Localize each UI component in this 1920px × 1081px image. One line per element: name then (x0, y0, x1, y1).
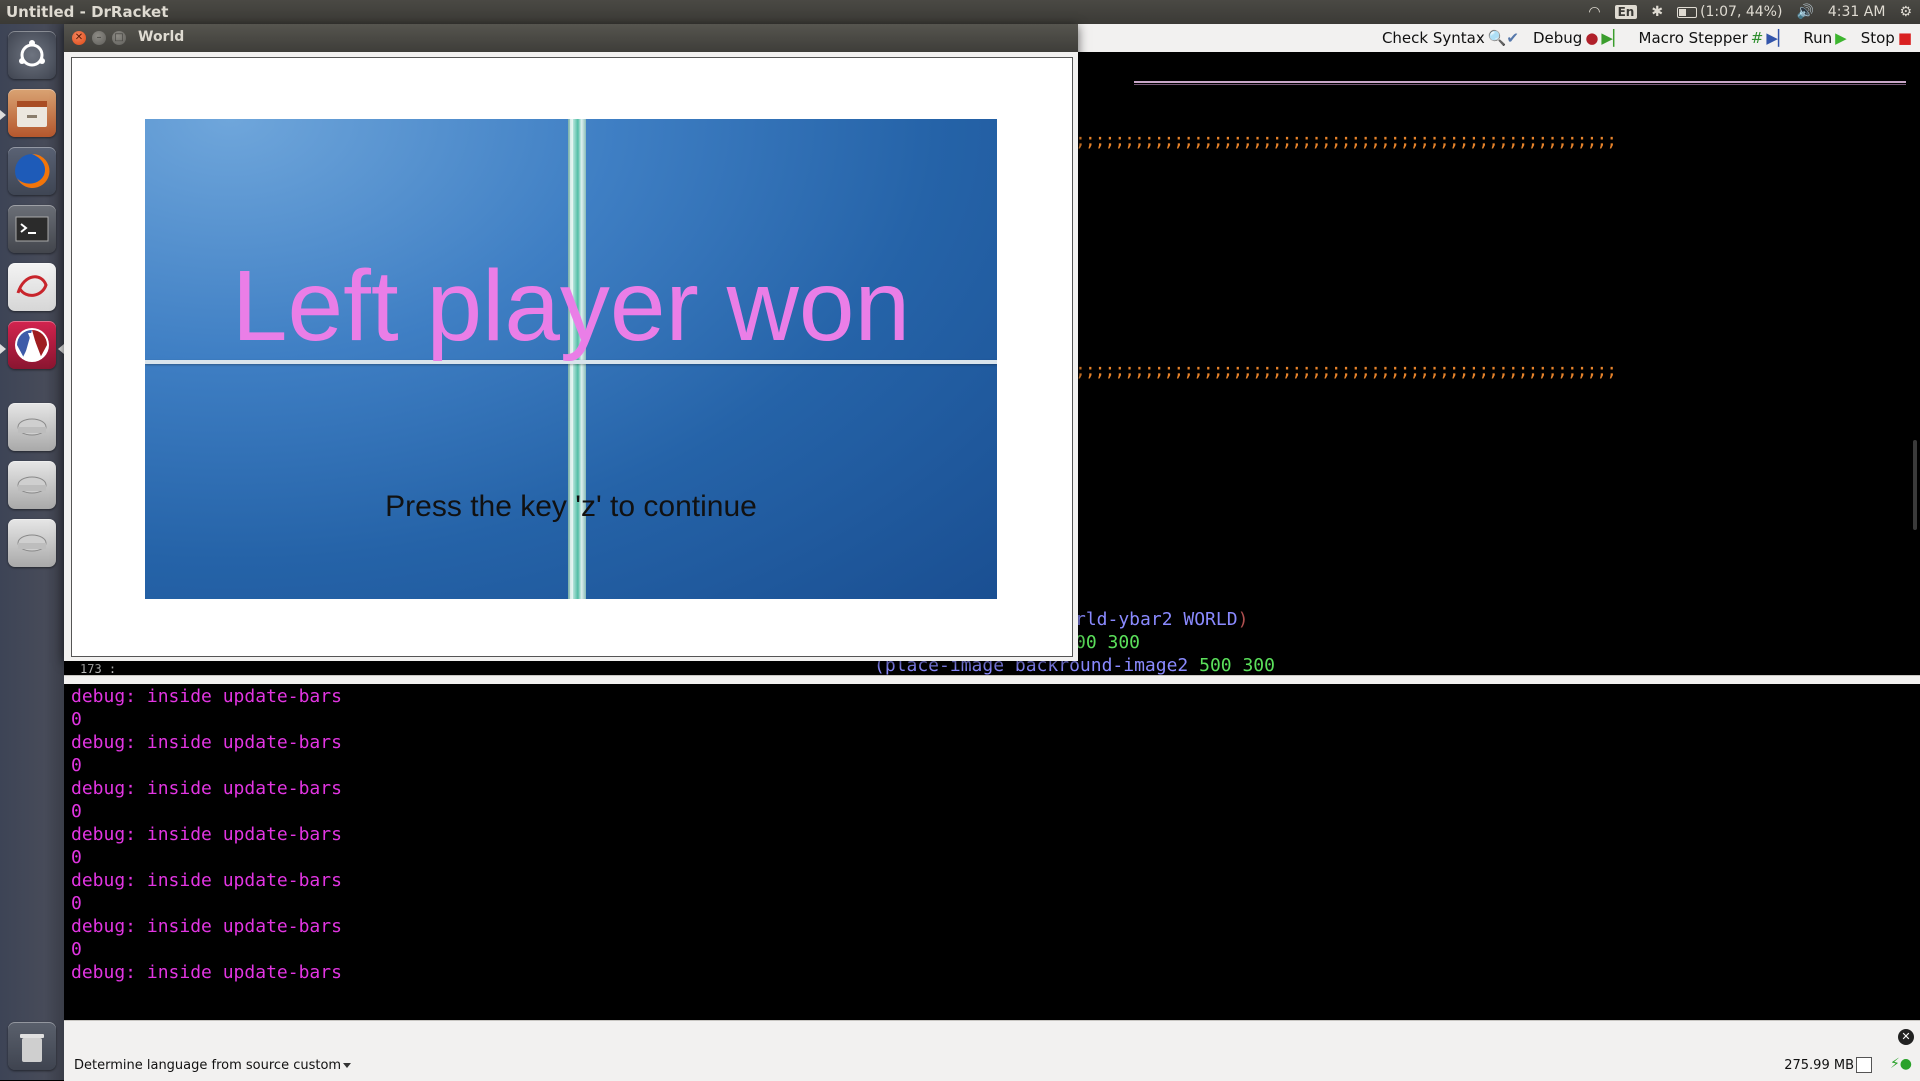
battery-text: (1:07, 44%) (1700, 4, 1783, 20)
battery-icon (1677, 6, 1698, 18)
drive-launcher[interactable] (6, 517, 58, 569)
close-icon[interactable]: ✕ (1898, 1029, 1914, 1045)
output-line: debug: inside update-bars (71, 870, 342, 891)
minimize-icon[interactable]: – (92, 31, 106, 45)
line-indicator: 173 : (80, 662, 117, 675)
app-title: Untitled - DrRacket (6, 3, 169, 21)
world-window-title: World (138, 29, 185, 45)
scrollbar-thumb[interactable] (1913, 440, 1917, 530)
ubuntu-logo-icon (8, 31, 56, 79)
battery-indicator[interactable]: (1:07, 44%) (1677, 4, 1782, 20)
terminal-icon (8, 205, 56, 253)
drracket-launcher[interactable] (6, 319, 58, 371)
output-line: 0 (71, 847, 82, 868)
wifi-icon[interactable]: ◠ (1588, 4, 1600, 20)
draw-icon (8, 263, 56, 311)
top-panel: Untitled - DrRacket ◠ En ✱ (1:07, 44%) 🔊… (0, 0, 1920, 24)
drive-icon (8, 461, 56, 509)
stop-label: Stop (1860, 29, 1895, 47)
code-identifier: rld-ybar2 WORLD (1075, 609, 1238, 630)
code-paren: ) (1237, 609, 1249, 630)
world-canvas[interactable]: Left player won Press the key 'z' to con… (71, 57, 1073, 657)
output-line: debug: inside update-bars (71, 916, 342, 937)
output-line: debug: inside update-bars (71, 962, 342, 983)
launcher (0, 24, 65, 1080)
chevron-down-icon (343, 1063, 352, 1068)
toolbar-buttons: Check Syntax 🔍✔ Debug ● ▶▏ Macro Stepper… (1382, 24, 1912, 52)
code-line: rld-ybar2 WORLD) (1075, 609, 1248, 630)
hash-icon: # (1750, 29, 1764, 47)
comment-line: ;;;;;;;;;;;;;;;;;;;;;;;;;;;;;;;;;;;;;;;;… (1075, 360, 1617, 381)
code-number: 500 300 (1188, 655, 1275, 675)
stop-square-icon: ■ (1897, 29, 1912, 47)
interactions-pane[interactable]: debug: inside update-bars 0 debug: insid… (64, 684, 1920, 1020)
drive-icon (8, 519, 56, 567)
output-line: 0 (71, 801, 82, 822)
output-line: debug: inside update-bars (71, 732, 342, 753)
bug-icon: ● (1585, 29, 1599, 47)
output-line: 0 (71, 755, 82, 776)
dash-home-launcher[interactable] (6, 29, 58, 81)
world-titlebar[interactable]: ✕ – □ World (64, 24, 1078, 52)
running-indicator (0, 344, 6, 354)
files-icon (8, 89, 56, 137)
comment-line: ;;;;;;;;;;;;;;;;;;;;;;;;;;;;;;;;;;;;;;;;… (1075, 130, 1617, 151)
output-line: debug: inside update-bars (71, 824, 342, 845)
drive-icon (8, 403, 56, 451)
winner-message: Left player won (231, 250, 911, 362)
magnifier-check-icon: 🔍✔ (1487, 29, 1519, 47)
horizontal-rule (1134, 81, 1920, 83)
status-bar: ✕ Determine language from source custom … (64, 1020, 1920, 1081)
running-status-icon: ⚡● (1889, 1056, 1912, 1072)
debug-label: Debug (1532, 29, 1583, 47)
run-arrow-icon: ▶ (1835, 29, 1847, 47)
system-tray: ◠ En ✱ (1:07, 44%) 🔊 4:31 AM ⚙ (1588, 0, 1912, 24)
language-select[interactable]: Determine language from source custom (74, 1058, 352, 1073)
clock[interactable]: 4:31 AM (1828, 4, 1886, 20)
files-launcher[interactable] (6, 87, 58, 139)
definitions-scrollbar[interactable] (1906, 52, 1920, 675)
volume-icon[interactable]: 🔊 (1796, 4, 1813, 20)
run-label: Run (1803, 29, 1833, 47)
run-button[interactable]: Run ▶ (1803, 29, 1846, 47)
world-window[interactable]: ✕ – □ World Left player won Press the ke… (64, 24, 1078, 661)
trash-icon (8, 1022, 56, 1070)
libreoffice-draw-launcher[interactable] (6, 261, 58, 313)
step-forward-icon: ▶▏ (1766, 29, 1790, 47)
firefox-icon (8, 147, 56, 195)
close-icon[interactable]: ✕ (72, 31, 86, 45)
game-scene: Left player won Press the key 'z' to con… (145, 119, 997, 599)
gc-indicator (1856, 1057, 1872, 1073)
continue-prompt: Press the key 'z' to continue (385, 490, 757, 523)
output-line: debug: inside update-bars (71, 686, 342, 707)
check-syntax-button[interactable]: Check Syntax 🔍✔ (1382, 29, 1519, 47)
trash-launcher[interactable] (6, 1020, 58, 1072)
stop-button[interactable]: Stop ■ (1861, 29, 1912, 47)
macro-stepper-button[interactable]: Macro Stepper # ▶▏ (1639, 29, 1790, 47)
output-line: 0 (71, 939, 82, 960)
settings-gear-icon[interactable]: ⚙ (1899, 4, 1912, 20)
maximize-icon[interactable]: □ (112, 31, 126, 45)
output-line: 0 (71, 893, 82, 914)
check-syntax-label: Check Syntax (1381, 29, 1485, 47)
horizontal-rule-shadow (1134, 84, 1920, 85)
keyboard-layout-indicator[interactable]: En (1614, 5, 1638, 19)
firefox-launcher[interactable] (6, 145, 58, 197)
code-number: 00 300 (1075, 632, 1141, 653)
debug-button[interactable]: Debug ● ▶▏ (1533, 29, 1625, 47)
output-line: 0 (71, 709, 82, 730)
output-line: debug: inside update-bars (71, 778, 342, 799)
language-label: Determine language from source custom (74, 1058, 342, 1073)
terminal-launcher[interactable] (6, 203, 58, 255)
step-icon: ▶▏ (1601, 29, 1625, 47)
drive-launcher[interactable] (6, 459, 58, 511)
memory-usage[interactable]: 275.99 MB (1784, 1058, 1854, 1073)
macro-stepper-label: Macro Stepper (1638, 29, 1748, 47)
drive-launcher[interactable] (6, 401, 58, 453)
bluetooth-icon[interactable]: ✱ (1651, 4, 1663, 20)
racket-logo-icon (8, 321, 56, 369)
